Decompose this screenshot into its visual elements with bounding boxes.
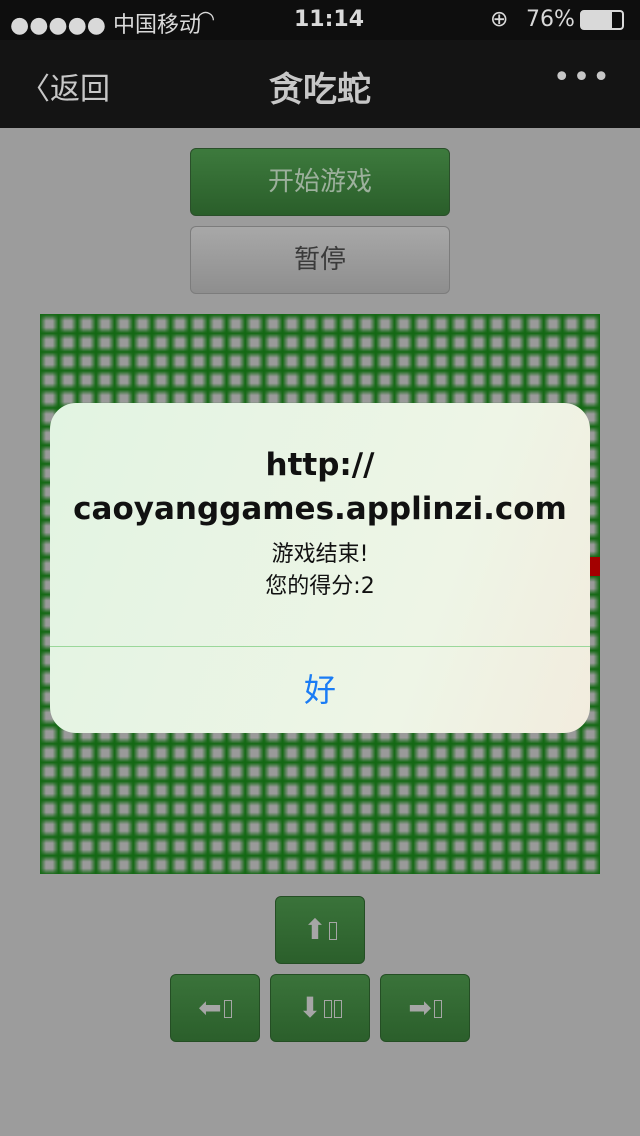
message-line: 您的得分:2 (265, 574, 375, 599)
dialog-title-line: caoyanggames.applinzi.com (73, 491, 567, 527)
snake-food (590, 557, 600, 576)
up-button[interactable]: ⬆ (275, 896, 365, 964)
arrow-up-icon: ⬆ (303, 913, 327, 946)
pause-button[interactable]: 暂停 (190, 226, 450, 294)
page-title: 贪吃蛇 (269, 70, 371, 110)
battery-icon (580, 10, 624, 30)
nav-bar: 〈返回 贪吃蛇 ••• (0, 40, 640, 128)
arrow-right-icon: ➡ (408, 991, 432, 1024)
message-line: 游戏结束! (271, 542, 369, 567)
left-button[interactable]: ⬅ (170, 974, 260, 1042)
dialog-message: 游戏结束! 您的得分:2 (50, 539, 590, 603)
carrier: ●●●●● 中国移动 (10, 13, 201, 38)
alert-dialog: http:// caoyanggames.applinzi.com 游戏结束! 您的… (50, 403, 590, 733)
arrow-down-icon: ⬇ (298, 991, 322, 1024)
battery-level: 76% (526, 7, 575, 32)
wifi-icon: ◠ (196, 7, 216, 32)
start-game-button[interactable]: 开始游戏 (190, 148, 450, 216)
dialog-title: http:// caoyanggames.applinzi.com (50, 443, 590, 531)
clock: 11:14 (294, 7, 365, 32)
ok-button[interactable]: 好 (50, 647, 590, 733)
dialog-title-line: http:// (265, 447, 375, 483)
status-bar: ●●●●● 中国移动 ◠ 11:14 ⊕ 76% (0, 0, 640, 40)
right-button[interactable]: ➡ (380, 974, 470, 1042)
rotation-lock-icon: ⊕ (490, 7, 509, 32)
arrow-left-icon: ⬅ (198, 991, 222, 1024)
more-icon[interactable]: ••• (553, 60, 612, 95)
down-button[interactable]: ⬇ (270, 974, 370, 1042)
